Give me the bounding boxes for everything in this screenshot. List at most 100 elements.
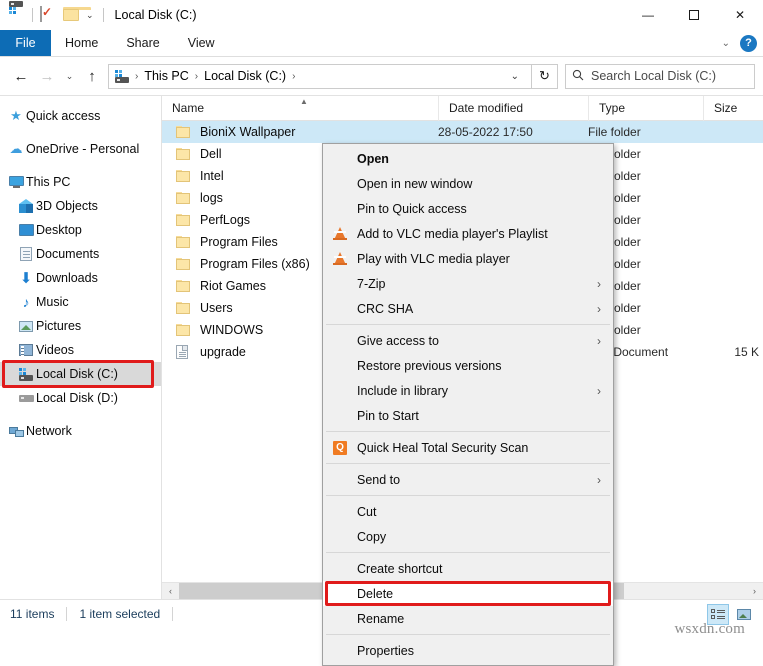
menu-item-pin-to-start[interactable]: Pin to Start	[323, 403, 613, 428]
file-name-label: Dell	[200, 147, 222, 161]
address-input[interactable]: › This PC › Local Disk (C:) › ⌄	[108, 64, 532, 89]
ribbon-tabs: File Home Share View ⌄ ?	[0, 30, 763, 56]
minimize-button[interactable]: —	[625, 0, 671, 30]
file-name-label: BioniX Wallpaper	[200, 125, 295, 139]
table-row[interactable]: BioniX Wallpaper28-05-2022 17:50File fol…	[162, 121, 763, 143]
menu-item-7-zip[interactable]: 7-Zip›	[323, 271, 613, 296]
column-header-name[interactable]: Name ▲	[162, 96, 438, 121]
menu-item-pin-to-quick-access[interactable]: Pin to Quick access	[323, 196, 613, 221]
refresh-button[interactable]: ↻	[532, 64, 558, 89]
folder-icon	[176, 258, 193, 270]
address-dropdown-icon[interactable]: ⌄	[503, 71, 527, 82]
chevron-down-icon[interactable]: ⌄	[722, 38, 730, 49]
recent-locations-icon[interactable]: ⌄	[60, 63, 79, 89]
properties-icon[interactable]	[40, 7, 57, 24]
help-button[interactable]: ?	[740, 35, 757, 52]
sidebar-label: Videos	[36, 343, 74, 357]
menu-item-give-access-to[interactable]: Give access to›	[323, 328, 613, 353]
menu-item-crc-sha[interactable]: CRC SHA›	[323, 296, 613, 321]
menu-item-include-in-library[interactable]: Include in library ›	[323, 378, 613, 403]
sidebar-item-documents[interactable]: Documents	[0, 242, 161, 266]
address-drive-icon	[114, 70, 130, 83]
sidebar-item-music[interactable]: ♪ Music	[0, 290, 161, 314]
sidebar-item-pictures[interactable]: Pictures	[0, 314, 161, 338]
menu-item-label: Restore previous versions	[357, 359, 502, 373]
desktop-icon	[18, 222, 34, 238]
local-disk-d-icon	[18, 390, 34, 406]
pictures-icon	[18, 318, 34, 334]
sidebar-item-quick-access[interactable]: ★ Quick access	[0, 104, 161, 128]
menu-item-restore-previous-versions[interactable]: Restore previous versions	[323, 353, 613, 378]
computer-icon	[8, 174, 24, 190]
folder-icon	[176, 126, 193, 138]
tab-file[interactable]: File	[0, 30, 51, 56]
local-disk-c-icon	[18, 366, 34, 382]
menu-item-open-in-new-window[interactable]: Open in new window	[323, 171, 613, 196]
menu-item-label: CRC SHA	[357, 302, 413, 316]
column-label: Name	[172, 101, 204, 115]
breadcrumb-this-pc[interactable]: This PC	[141, 69, 191, 83]
file-name-label: upgrade	[200, 345, 246, 359]
new-folder-icon[interactable]	[63, 7, 80, 24]
tab-view[interactable]: View	[174, 30, 229, 56]
menu-item-send-to[interactable]: Send to›	[323, 467, 613, 492]
sidebar-label: Local Disk (C:)	[36, 367, 118, 381]
sidebar-item-3d-objects[interactable]: 3D Objects	[0, 194, 161, 218]
back-button[interactable]: ←	[8, 63, 34, 89]
sidebar-item-downloads[interactable]: ⬇ Downloads	[0, 266, 161, 290]
folder-icon	[176, 280, 193, 292]
menu-item-create-shortcut[interactable]: Create shortcut	[323, 556, 613, 581]
star-icon: ★	[8, 108, 24, 124]
column-header-type[interactable]: Type	[588, 96, 703, 121]
scroll-left-arrow[interactable]: ‹	[162, 583, 179, 600]
close-button[interactable]: ✕	[717, 0, 763, 30]
details-view-icon[interactable]	[707, 604, 729, 625]
large-icons-view-icon[interactable]	[733, 604, 755, 625]
menu-item-label: Copy	[357, 530, 386, 544]
submenu-arrow-icon: ›	[597, 384, 601, 398]
menu-item-cut[interactable]: Cut	[323, 499, 613, 524]
folder-icon	[176, 192, 193, 204]
menu-separator	[326, 431, 610, 432]
menu-item-quick-heal-total-security-scan[interactable]: QQuick Heal Total Security Scan	[323, 435, 613, 460]
menu-item-add-to-vlc-media-player-s-playlist[interactable]: Add to VLC media player's Playlist	[323, 221, 613, 246]
sidebar-item-network[interactable]: Network	[0, 419, 161, 443]
menu-item-label: Include in library	[357, 384, 448, 398]
menu-separator	[326, 495, 610, 496]
sidebar-item-onedrive[interactable]: ☁ OneDrive - Personal	[0, 137, 161, 161]
sidebar-label: Desktop	[36, 223, 82, 237]
menu-item-open[interactable]: Open	[323, 146, 613, 171]
sidebar-item-videos[interactable]: Videos	[0, 338, 161, 362]
scrollbar-track[interactable]	[624, 583, 746, 600]
menu-item-label: Rename	[357, 612, 404, 626]
menu-item-play-with-vlc-media-player[interactable]: Play with VLC media player	[323, 246, 613, 271]
sidebar-item-local-disk-d[interactable]: Local Disk (D:)	[0, 386, 161, 410]
menu-item-label: Open in new window	[357, 177, 472, 191]
scroll-right-arrow[interactable]: ›	[746, 583, 763, 600]
sidebar-label: Documents	[36, 247, 99, 261]
forward-button[interactable]: →	[34, 63, 60, 89]
up-button[interactable]: ↑	[79, 63, 105, 89]
file-size-cell: 15 K	[703, 345, 759, 359]
menu-item-copy[interactable]: Copy	[323, 524, 613, 549]
search-box[interactable]: Search Local Disk (C:)	[565, 64, 755, 89]
file-name-label: Riot Games	[200, 279, 266, 293]
column-header-date-modified[interactable]: Date modified	[438, 96, 588, 121]
tab-share[interactable]: Share	[112, 30, 173, 56]
column-header-size[interactable]: Size	[703, 96, 763, 121]
maximize-button[interactable]	[671, 0, 717, 30]
sidebar-item-local-disk-c[interactable]: Local Disk (C:)	[0, 362, 161, 386]
window-title: Local Disk (C:)	[115, 8, 197, 22]
menu-item-properties[interactable]: Properties	[323, 638, 613, 663]
menu-item-delete[interactable]: Delete	[323, 581, 613, 606]
qat-dropdown-icon[interactable]: ⌄	[86, 10, 94, 21]
tab-home[interactable]: Home	[51, 30, 112, 56]
breadcrumb-separator-2: ›	[289, 71, 298, 82]
vlc-icon	[332, 251, 348, 267]
breadcrumb-local-disk-c[interactable]: Local Disk (C:)	[201, 69, 289, 83]
menu-item-rename[interactable]: Rename	[323, 606, 613, 631]
sidebar-item-this-pc[interactable]: This PC	[0, 170, 161, 194]
folder-icon	[176, 214, 193, 226]
sidebar-label: Downloads	[36, 271, 98, 285]
sidebar-item-desktop[interactable]: Desktop	[0, 218, 161, 242]
